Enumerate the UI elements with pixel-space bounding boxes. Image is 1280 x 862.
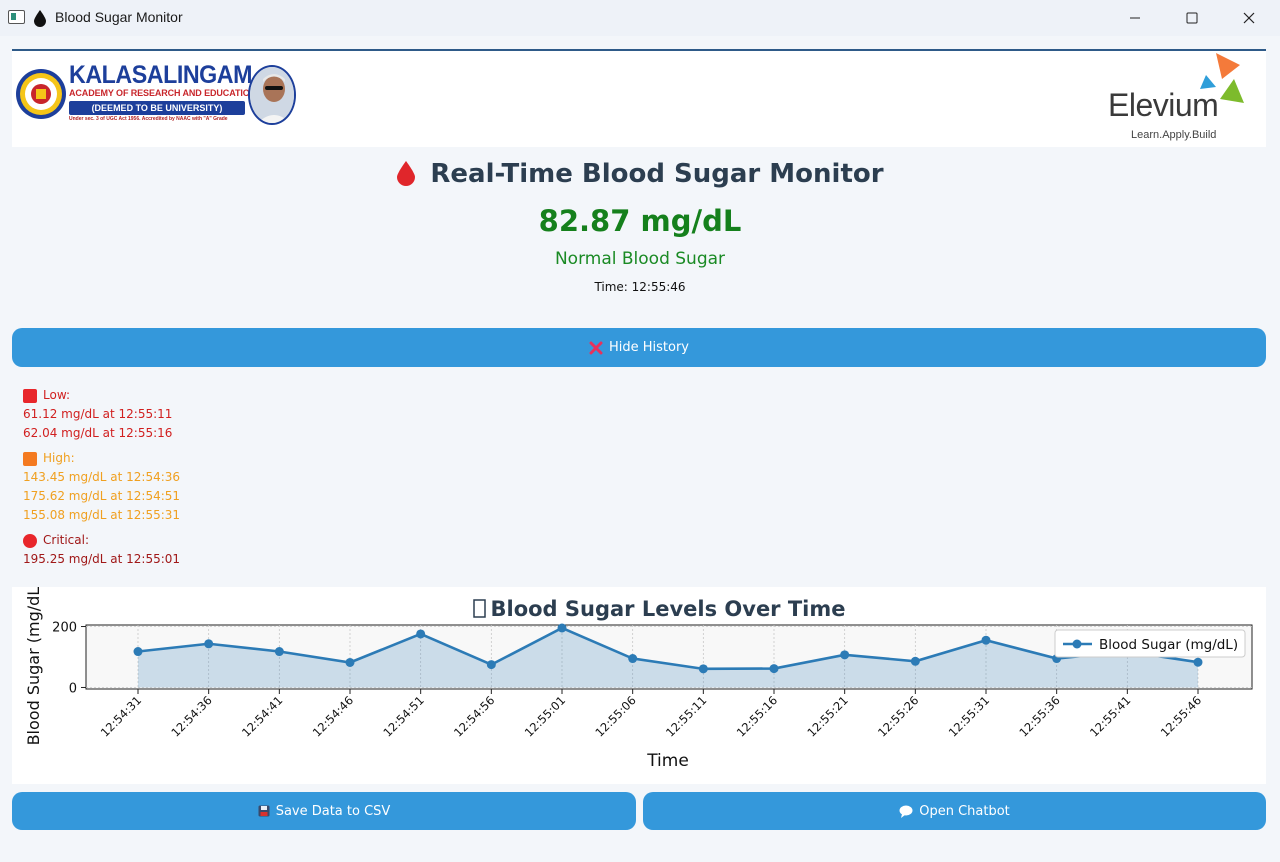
university-deemed: (DEEMED TO BE UNIVERSITY): [69, 101, 245, 115]
save-csv-button[interactable]: Save Data to CSV: [12, 792, 636, 830]
university-seal-icon: [16, 69, 66, 119]
list-item: 195.25 mg/dL at 12:55:01: [23, 552, 181, 566]
legend-label: Blood Sugar (mg/dL): [1099, 637, 1238, 653]
y-tick-label: 200: [52, 621, 77, 636]
history-panel: Low: 61.12 mg/dL at 12:55:11 62.04 mg/dL…: [23, 386, 180, 575]
partner-tagline: Learn.Apply.Build: [1131, 129, 1217, 141]
x-tick-label: 12:55:16: [734, 693, 780, 739]
x-tick-label: 12:55:31: [946, 693, 992, 739]
data-point: [486, 660, 496, 670]
data-point: [981, 635, 991, 645]
drop-icon: [34, 10, 46, 27]
partner-name: Elevium: [1108, 87, 1219, 123]
list-item: 175.62 mg/dL at 12:54:51: [23, 489, 181, 503]
x-tick-label: 12:55:06: [592, 693, 638, 739]
data-point: [628, 654, 638, 664]
university-note: Under sec. 3 of UGC Act 1956. Accredited…: [69, 116, 228, 122]
x-tick-label: 12:54:41: [239, 693, 285, 739]
x-tick-label: 12:55:21: [804, 693, 850, 739]
data-point: [204, 639, 214, 649]
x-tick-label: 12:54:31: [98, 693, 144, 739]
maximize-icon: [1186, 12, 1198, 24]
blood-drop-icon: [397, 161, 416, 186]
legend-marker: [1072, 639, 1082, 649]
minimize-icon: [1130, 17, 1140, 19]
data-point: [769, 664, 779, 674]
person-icon: [250, 67, 294, 123]
x-tick-label: 12:55:01: [522, 693, 568, 739]
history-critical: Critical: 195.25 mg/dL at 12:55:01: [23, 531, 180, 569]
open-chatbot-button[interactable]: Open Chatbot: [643, 792, 1266, 830]
chart-title: Blood Sugar Levels Over Time: [490, 597, 845, 621]
reading-time: Time: 12:55:46: [594, 280, 686, 294]
x-tick-label: 12:55:41: [1087, 693, 1133, 739]
data-point: [345, 657, 355, 667]
close-button[interactable]: [1220, 0, 1278, 36]
page-title: Real-Time Blood Sugar Monitor: [0, 159, 1280, 189]
list-item: 155.08 mg/dL at 12:55:31: [23, 508, 181, 522]
data-point: [274, 647, 284, 657]
x-tick-label: 12:55:26: [875, 693, 921, 739]
data-point: [133, 647, 143, 657]
history-high: High: 143.45 mg/dL at 12:54:36 175.62 mg…: [23, 449, 180, 525]
high-label: High:: [43, 451, 75, 465]
x-tick-label: 12:54:51: [380, 693, 426, 739]
y-axis-label: Blood Sugar (mg/dL): [24, 587, 43, 745]
low-label: Low:: [43, 388, 71, 402]
critical-label: Critical:: [43, 533, 90, 547]
orange-square-icon: [23, 451, 37, 466]
title-bar: Blood Sugar Monitor: [0, 0, 1280, 36]
page-title-text: Real-Time Blood Sugar Monitor: [430, 159, 884, 189]
open-chatbot-label: Open Chatbot: [919, 803, 1010, 819]
header-banner: KALASALINGAM ACADEMY OF RESEARCH AND EDU…: [12, 51, 1266, 147]
speech-bubble-icon: [899, 805, 913, 818]
x-tick-label: 12:55:11: [663, 693, 709, 739]
university-name: KALASALINGAM: [69, 61, 252, 89]
hide-history-label: Hide History: [608, 340, 690, 355]
x-tick-label: 12:55:46: [1158, 693, 1204, 739]
data-point: [1193, 657, 1203, 667]
list-item: 143.45 mg/dL at 12:54:36: [23, 470, 181, 484]
x-tick-label: 12:54:46: [310, 693, 356, 739]
x-tick-label: 12:54:36: [168, 693, 214, 739]
founder-portrait: [248, 65, 296, 125]
hide-history-button[interactable]: Hide History: [12, 328, 1266, 367]
close-icon: [1243, 12, 1255, 24]
y-tick-label: 0: [69, 681, 77, 696]
reading-status: Normal Blood Sugar: [554, 249, 726, 269]
red-square-icon: [23, 388, 37, 403]
minimize-button[interactable]: [1106, 0, 1164, 36]
maximize-button[interactable]: [1163, 0, 1221, 36]
current-reading: 82.87 mg/dL: [538, 204, 742, 238]
chart-panel: 0 200 12:54:31 12:54:36 12:54:41 12:54:46 12:5…: [12, 587, 1266, 784]
data-point: [416, 629, 426, 639]
data-point: [910, 656, 920, 666]
floppy-disk-icon: [258, 805, 270, 817]
app-icon: [8, 10, 25, 24]
window-title: Blood Sugar Monitor: [55, 9, 183, 25]
data-point: [698, 664, 708, 674]
x-axis-label: Time: [646, 751, 689, 771]
x-tick-label: 12:55:36: [1016, 693, 1062, 739]
list-item: 61.12 mg/dL at 12:55:11: [23, 407, 173, 421]
red-circle-icon: [23, 533, 37, 548]
x-tick-label: 12:54:56: [451, 693, 497, 739]
data-point: [557, 623, 567, 633]
cross-icon: [589, 341, 603, 354]
university-subtitle: ACADEMY OF RESEARCH AND EDUCATION: [69, 88, 257, 98]
blood-sugar-chart: 0 200 12:54:31 12:54:36 12:54:41 12:54:46 12:5…: [24, 587, 1253, 771]
data-point: [840, 650, 850, 660]
save-csv-label: Save Data to CSV: [275, 803, 391, 819]
list-item: 62.04 mg/dL at 12:55:16: [23, 426, 173, 440]
missing-glyph-icon: [473, 599, 486, 618]
history-low: Low: 61.12 mg/dL at 12:55:11 62.04 mg/dL…: [23, 386, 180, 443]
